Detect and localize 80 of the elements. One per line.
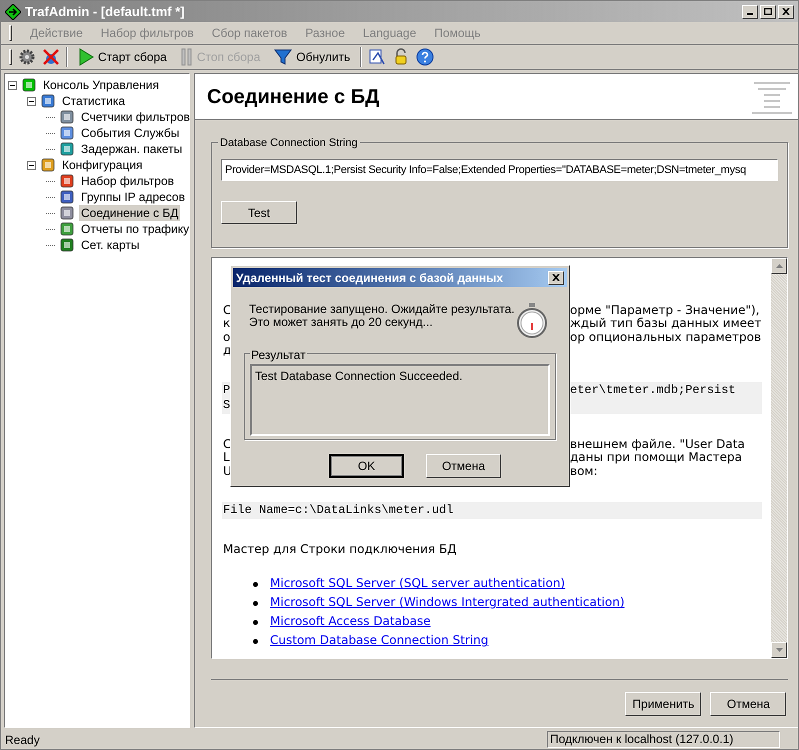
node-icon [59, 189, 75, 205]
app-icon [5, 4, 21, 20]
minimize-icon[interactable] [742, 4, 758, 18]
help-text: о [223, 330, 230, 344]
bullet-icon [253, 600, 258, 606]
tree-item[interactable]: События Службы [79, 125, 182, 141]
code-text: eter\tmeter.mdb;Persist [570, 382, 736, 398]
help-text: ор опциональных параметров [570, 330, 762, 344]
panel-button[interactable]: Отмена [710, 692, 786, 716]
bullet-icon [253, 620, 258, 624]
help-text: орме "Параметр - Значение"), [570, 304, 760, 317]
disconnect-icon[interactable] [42, 48, 60, 66]
tree-item[interactable]: Группы IP адресов [79, 189, 187, 205]
node-icon [59, 109, 75, 125]
expander-icon[interactable] [27, 96, 36, 106]
toolbar-button[interactable]: Старт сбора [74, 48, 171, 66]
node-icon [59, 205, 75, 221]
dialog-title: Удаленный тест соединения с базой данных [236, 270, 504, 286]
tree-item[interactable]: Соединение с БД [79, 205, 180, 221]
chart-icon[interactable] [368, 48, 386, 66]
dialog-message: Тестирование запущено. Ожидайте результата. [249, 303, 515, 316]
link[interactable]: Custom Database Connection String [270, 634, 488, 648]
node-icon [59, 237, 75, 253]
help-icon[interactable] [416, 48, 434, 66]
link[interactable]: Microsoft SQL Server (Windows Intergrated authentication) [270, 596, 625, 610]
bullet-icon [253, 582, 258, 586]
window-title: TrafAdmin - [default.tmf *] [25, 2, 185, 21]
tree-item[interactable]: Конфигурация [60, 157, 145, 173]
test-button[interactable]: Test [221, 201, 297, 224]
tree-item[interactable]: Отчеты по трафику [79, 221, 192, 237]
node-icon [59, 141, 75, 157]
tree-item[interactable]: Счетчики фильтров [79, 109, 192, 125]
status-panel: Подключен к localhost (127.0.0.1) [547, 731, 780, 748]
bullet-icon [253, 638, 258, 644]
group-label: Database Connection String [218, 135, 360, 152]
status-text: Ready [5, 732, 41, 748]
pause-icon [180, 48, 193, 66]
close-icon[interactable] [548, 270, 564, 284]
tree-item[interactable]: Задержан. пакеты [79, 141, 184, 157]
node-icon [59, 125, 75, 141]
help-text: L [223, 451, 230, 464]
code-text: File Name=c:\DataLinks\meter.udl [223, 503, 454, 518]
code-text: S [223, 398, 230, 412]
node-icon [59, 221, 75, 237]
dialog-message: Это может занять до 20 секунд... [249, 316, 433, 329]
stopwatch-icon [516, 303, 548, 339]
link[interactable]: Microsoft Access Database [270, 615, 431, 629]
code-text: P [223, 382, 230, 398]
help-text: вом: [570, 464, 598, 478]
expander-icon[interactable] [27, 160, 36, 170]
help-text: Мастер для Строки подключения БД [223, 543, 457, 556]
node-icon [40, 93, 56, 109]
connection-string-field[interactable]: Provider=MSDASQL.1;Persist Security Info=False;Extended Properties="DATABASE=meter;DSN=tmeter_mysq [221, 159, 778, 181]
help-text: внешнем файле. "User Data [570, 438, 745, 451]
scroll-up-icon[interactable] [771, 258, 788, 274]
tree-item[interactable]: Статистика [60, 93, 128, 109]
scrollbar[interactable] [771, 258, 788, 658]
help-text: к [223, 317, 230, 330]
play-icon [78, 48, 94, 66]
scroll-down-icon[interactable] [771, 642, 788, 658]
gear-icon[interactable] [18, 48, 36, 66]
tree-item[interactable]: Сет. карты [79, 237, 142, 253]
expander-icon[interactable] [8, 80, 17, 90]
funnel-icon [274, 48, 292, 66]
tree-item[interactable]: Набор фильтров [79, 173, 176, 189]
link[interactable]: Microsoft SQL Server (SQL server authentication) [270, 577, 566, 591]
dialog-button[interactable]: Отмена [426, 454, 501, 478]
dialog-button[interactable]: OK [329, 454, 404, 478]
maximize-icon[interactable] [760, 4, 776, 18]
node-icon [21, 77, 37, 93]
node-icon [59, 173, 75, 189]
close-icon[interactable] [778, 4, 794, 18]
panel-title: Соединение с БД [207, 84, 380, 110]
node-icon [40, 157, 56, 173]
panel-button[interactable]: Применить [625, 692, 702, 716]
help-text: ждый тип базы данных имеет [570, 317, 762, 330]
result-box: Test Database Connection Succeeded. [250, 364, 550, 436]
help-text: даны при помощи Мастера [570, 451, 742, 464]
tree-item[interactable]: Консоль Управления [41, 77, 161, 93]
toolbar-button[interactable]: Обнулить [270, 48, 354, 66]
